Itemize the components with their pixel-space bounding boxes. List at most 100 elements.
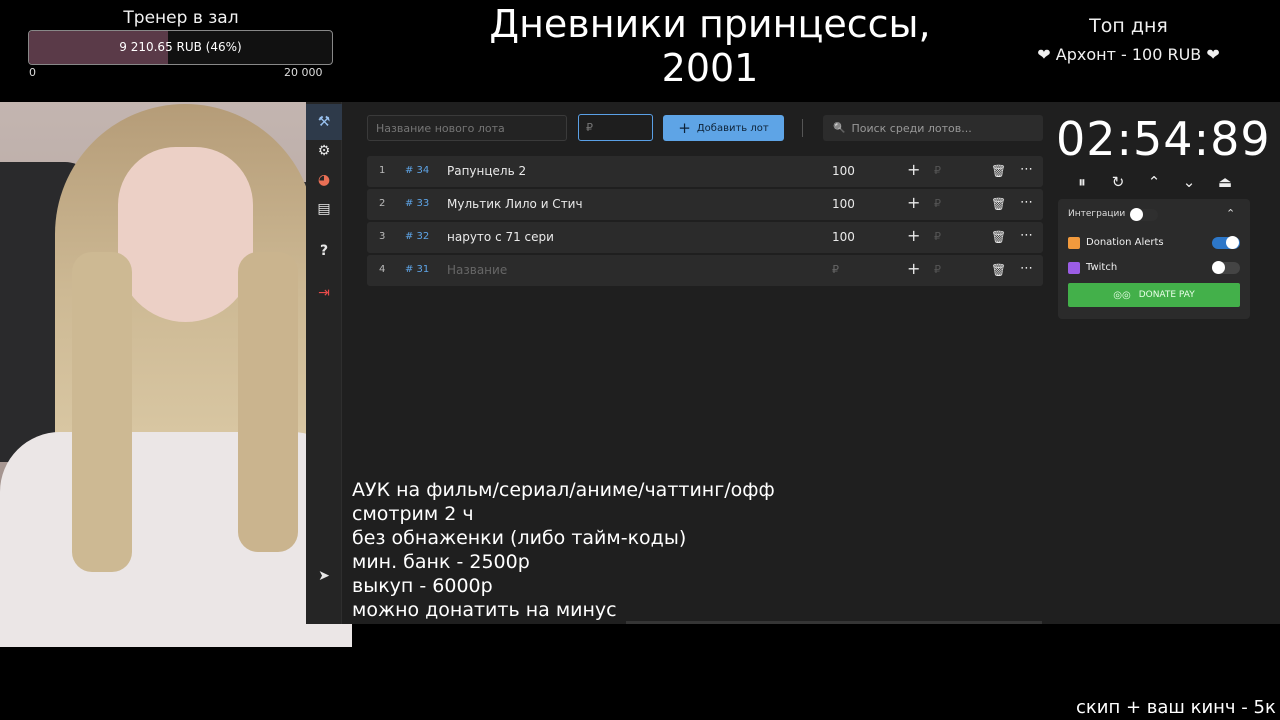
help-icon[interactable]: ?	[314, 241, 334, 261]
skip-price-note: скип + ваш кинч - 5к	[1076, 697, 1276, 718]
goal-max: 20 000	[284, 66, 323, 79]
lot-row[interactable]: 1 # 34 Рапунцель 2 100 + ₽ 🗑 ⋯	[367, 156, 1043, 187]
donate-pay-button[interactable]: ◎◎ DONATE PAY	[1068, 283, 1240, 307]
rule-line: выкуп - 6000р	[352, 575, 493, 597]
integration-label: Twitch	[1086, 262, 1118, 273]
sidebar: ⚒ ⚙ ◕ ▤ ? ⇥ ➤	[306, 102, 342, 624]
lot-id[interactable]: # 34	[405, 165, 429, 176]
chevron-up-icon[interactable]: ⌃	[1143, 171, 1165, 193]
collapse-icon[interactable]: ⏏	[1214, 171, 1236, 193]
trash-icon[interactable]: 🗑	[991, 164, 1006, 178]
twitch-icon	[1068, 262, 1080, 274]
webcam-feed	[0, 102, 352, 647]
donation-alerts-icon	[1068, 237, 1080, 249]
stream-title: Дневники принцессы, 2001	[489, 2, 931, 90]
integration-donation-alerts: Donation Alerts	[1068, 235, 1240, 251]
integrations-title: Интеграции	[1068, 209, 1126, 219]
reset-icon[interactable]: ↻	[1107, 171, 1129, 193]
rub-icon: ₽	[934, 263, 941, 276]
webcam-hair-strand-left	[72, 252, 132, 572]
telegram-icon[interactable]: ➤	[314, 566, 334, 586]
auction-rules: АУК на фильм/сериал/аниме/чаттинг/офф см…	[352, 478, 775, 622]
more-icon[interactable]: ⋯	[1020, 162, 1033, 177]
plus-icon: +	[678, 118, 691, 137]
pie-chart-icon[interactable]: ◕	[314, 170, 334, 190]
gavel-icon[interactable]: ⚒	[306, 104, 342, 140]
top-day-title: Топ дня	[1089, 15, 1168, 37]
pause-icon[interactable]: ⏸	[1071, 171, 1093, 193]
add-amount-icon[interactable]: +	[907, 259, 920, 278]
more-icon[interactable]: ⋯	[1020, 228, 1033, 243]
lot-amount: 100	[832, 230, 855, 244]
rule-line: мин. банк - 2500р	[352, 551, 530, 573]
add-lot-label: Добавить лот	[696, 122, 769, 134]
integration-label: Donation Alerts	[1086, 237, 1164, 248]
lot-amount: 100	[832, 164, 855, 178]
new-lot-price-input[interactable]	[578, 114, 653, 141]
gear-icon[interactable]: ⚙	[314, 141, 334, 161]
goal-amount: 9 210.65 RUB (46%)	[119, 40, 242, 54]
trash-icon[interactable]: 🗑	[991, 197, 1006, 211]
more-icon[interactable]: ⋯	[1020, 195, 1033, 210]
timer-controls: ⏸ ↻ ⌃ ⌄ ⏏	[1070, 171, 1250, 193]
add-lot-button[interactable]: + Добавить лот	[663, 115, 784, 141]
add-amount-icon[interactable]: +	[907, 193, 920, 212]
toolbar-divider	[802, 119, 803, 137]
lot-name[interactable]: Рапунцель 2	[447, 164, 526, 178]
donation-alerts-toggle[interactable]	[1212, 236, 1240, 249]
add-amount-icon[interactable]: +	[907, 160, 920, 179]
goal-title: Тренер в зал	[123, 8, 239, 28]
new-lot-name-input[interactable]	[367, 115, 567, 141]
lot-id[interactable]: # 31	[405, 264, 429, 275]
twitch-toggle[interactable]	[1212, 261, 1240, 274]
trash-icon[interactable]: 🗑	[991, 230, 1006, 244]
lot-row[interactable]: 3 # 32 наруто с 71 сери 100 + ₽ 🗑 ⋯	[367, 222, 1043, 253]
lot-search-input[interactable]: 🔍 Поиск среди лотов...	[823, 115, 1043, 141]
lot-id[interactable]: # 33	[405, 198, 429, 209]
rub-icon: ₽	[934, 164, 941, 177]
toggle-knob	[1212, 261, 1225, 274]
auction-timer: 02:54:89	[1056, 112, 1271, 166]
chevron-down-icon[interactable]: ⌄	[1178, 171, 1200, 193]
lot-index: 3	[379, 231, 386, 242]
lot-name-input[interactable]: Название	[447, 263, 507, 277]
search-icon: 🔍	[833, 122, 846, 134]
add-amount-icon[interactable]: +	[907, 226, 920, 245]
rule-line: АУК на фильм/сериал/аниме/чаттинг/офф	[352, 479, 775, 501]
more-icon[interactable]: ⋯	[1020, 261, 1033, 276]
toggle-knob	[1226, 236, 1239, 249]
rub-icon: ₽	[934, 230, 941, 243]
lot-index: 2	[379, 198, 386, 209]
stream-frame: Тренер в зал 9 210.65 RUB (46%) 0 20 000…	[0, 0, 1280, 720]
chevron-up-icon[interactable]: ⌃	[1226, 207, 1235, 220]
toggle-knob	[1130, 208, 1143, 221]
lot-index: 4	[379, 264, 386, 275]
goal-min: 0	[29, 66, 36, 79]
lot-id[interactable]: # 32	[405, 231, 429, 242]
rule-line: смотрим 2 ч	[352, 503, 474, 525]
trash-icon[interactable]: 🗑	[991, 263, 1006, 277]
lot-row[interactable]: 2 # 33 Мультик Лило и Стич 100 + ₽ 🗑 ⋯	[367, 189, 1043, 220]
bottom-strip	[846, 621, 1042, 624]
search-placeholder: Поиск среди лотов...	[851, 121, 972, 135]
integrations-panel: Интеграции ⌃ Donation Alerts Twitch ◎◎ D…	[1058, 199, 1250, 319]
lot-amount: 100	[832, 197, 855, 211]
lot-amount-input[interactable]: ₽	[832, 263, 839, 276]
donate-pay-label: DONATE PAY	[1138, 290, 1195, 300]
webcam-face	[118, 147, 253, 322]
lot-index: 1	[379, 165, 386, 176]
rule-line: можно донатить на минус	[352, 599, 617, 621]
webcam-body	[0, 432, 352, 647]
integrations-toggle[interactable]	[1130, 208, 1158, 221]
top-day-donor: ❤ Архонт - 100 RUB ❤	[1037, 45, 1220, 64]
rule-line: без обнаженки (либо тайм-коды)	[352, 527, 687, 549]
rub-icon: ₽	[934, 197, 941, 210]
integration-twitch: Twitch	[1068, 260, 1240, 276]
lot-name[interactable]: Мультик Лило и Стич	[447, 197, 583, 211]
lot-name[interactable]: наруто с 71 сери	[447, 230, 554, 244]
clipboard-icon[interactable]: ▤	[314, 199, 334, 219]
lot-row-empty[interactable]: 4 # 31 Название ₽ + ₽ 🗑 ⋯	[367, 255, 1043, 286]
logout-icon[interactable]: ⇥	[314, 283, 334, 303]
goal-progress-bar: 9 210.65 RUB (46%)	[28, 30, 333, 65]
donate-pay-icon: ◎◎	[1113, 289, 1131, 301]
